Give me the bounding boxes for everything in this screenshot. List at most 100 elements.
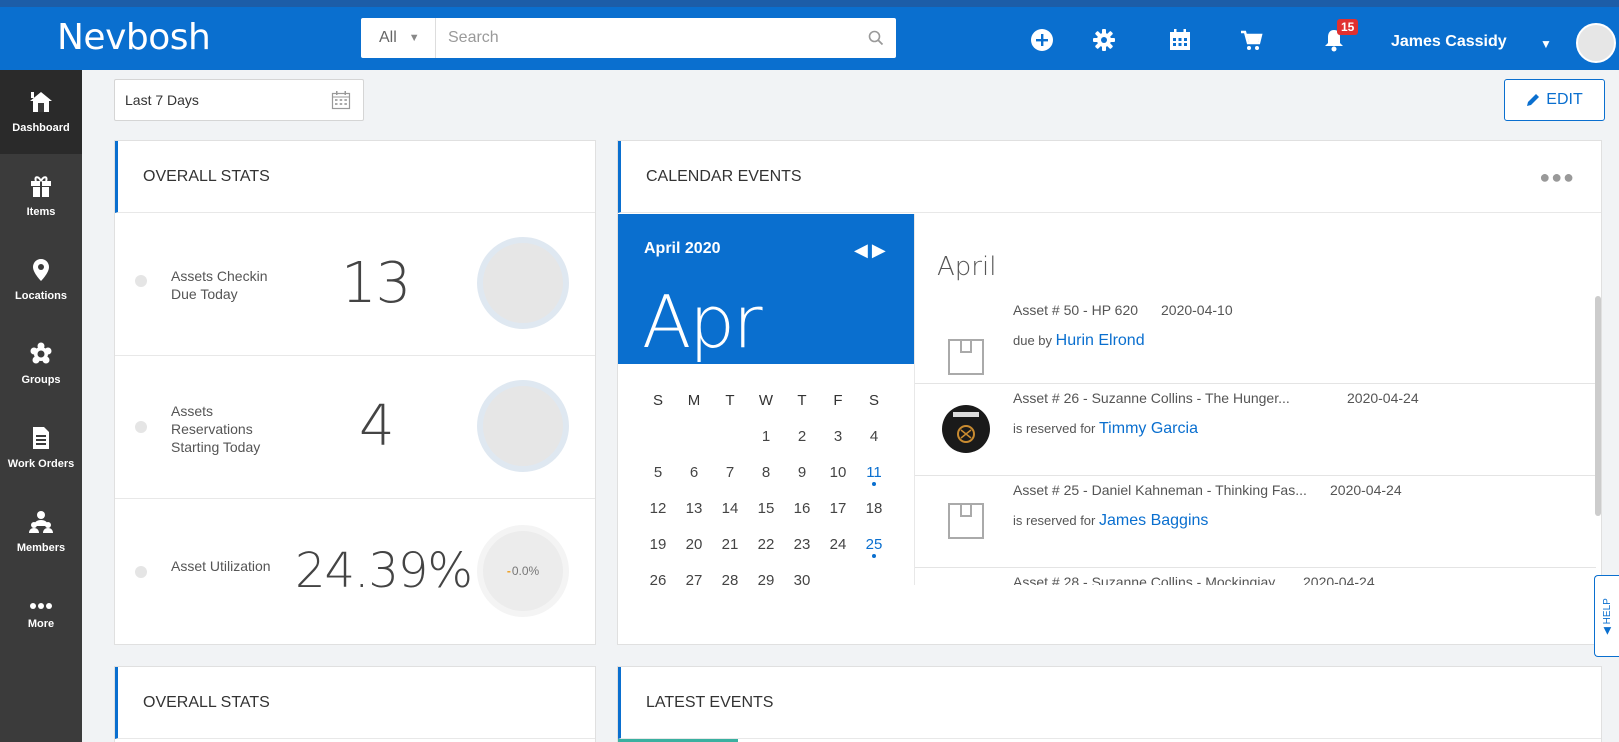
- sidebar-item-label: Groups: [21, 374, 61, 386]
- date-range-value: Last 7 Days: [125, 92, 199, 108]
- calendar-day[interactable]: 21: [712, 526, 748, 562]
- sidebar-item-groups[interactable]: Groups: [0, 322, 82, 406]
- calendar-day[interactable]: 2: [784, 418, 820, 454]
- calendar-day[interactable]: 14: [712, 490, 748, 526]
- info-icon[interactable]: [135, 566, 147, 578]
- card-title: LATEST EVENTS: [618, 667, 1601, 739]
- brand-logo[interactable]: Nevbosh: [57, 17, 211, 58]
- calendar-day[interactable]: 25: [856, 526, 892, 562]
- event-list-scrollbar[interactable]: [1595, 296, 1601, 516]
- calendar-day[interactable]: 13: [676, 490, 712, 526]
- search-scope-select[interactable]: All ▼: [361, 18, 436, 58]
- event-row[interactable]: Asset # 26 - Suzanne Collins - The Hunge…: [915, 384, 1596, 476]
- sidebar-item-label: Items: [26, 206, 56, 218]
- event-thumbnail: [941, 404, 991, 454]
- event-person-link[interactable]: Hurin Elrond: [1056, 332, 1145, 349]
- search-scope-label: All: [379, 29, 397, 46]
- cart-icon[interactable]: [1236, 25, 1266, 55]
- sidebar-item-more[interactable]: More: [0, 574, 82, 658]
- event-person-link[interactable]: Timmy Garcia: [1099, 420, 1198, 437]
- calendar-day[interactable]: 15: [748, 490, 784, 526]
- event-title: Asset # 25 - Daniel Kahneman - Thinking …: [1013, 482, 1307, 498]
- event-row[interactable]: Asset # 28 - Suzanne Collins - Mockingja…: [915, 568, 1596, 585]
- calendar-day[interactable]: 8: [748, 454, 784, 490]
- calendar-day[interactable]: 24: [820, 526, 856, 562]
- avatar[interactable]: [1576, 23, 1616, 63]
- calendar-day[interactable]: 18: [856, 490, 892, 526]
- calendar-day[interactable]: 6: [676, 454, 712, 490]
- calendar-day[interactable]: 19: [640, 526, 676, 562]
- event-subtitle: is reserved for Timmy Garcia: [1013, 420, 1198, 438]
- notification-badge: 15: [1337, 19, 1359, 35]
- weekday-header: T: [797, 391, 807, 409]
- prev-month-icon[interactable]: ◀: [854, 240, 872, 260]
- calendar-day[interactable]: 12: [640, 490, 676, 526]
- calendar-icon[interactable]: [1165, 25, 1195, 55]
- sidebar-item-locations[interactable]: Locations: [0, 238, 82, 322]
- sidebar-item-dashboard[interactable]: Dashboard: [0, 70, 82, 154]
- utilization-change-ring: -0.0%: [477, 525, 569, 617]
- calendar-day[interactable]: 26: [640, 562, 676, 598]
- more-options-icon[interactable]: ●●●: [1539, 167, 1575, 188]
- calendar-day[interactable]: 9: [784, 454, 820, 490]
- calendar-day[interactable]: 27: [676, 562, 712, 598]
- next-month-icon[interactable]: ▶: [872, 240, 890, 260]
- calendar-day[interactable]: 10: [820, 454, 856, 490]
- weekday-header: T: [725, 391, 735, 409]
- calendar-day[interactable]: 23: [784, 526, 820, 562]
- help-label: HELP: [1602, 597, 1613, 624]
- stat-label: Asset Utilization: [171, 558, 271, 574]
- info-icon[interactable]: [135, 421, 147, 433]
- stat-value: 13: [341, 251, 411, 316]
- edit-button[interactable]: EDIT: [1504, 79, 1605, 121]
- calendar-nav: ◀▶: [854, 240, 890, 261]
- event-person-link[interactable]: James Baggins: [1099, 512, 1208, 529]
- add-icon[interactable]: [1027, 25, 1057, 55]
- weekday-header: S: [652, 391, 663, 409]
- info-icon[interactable]: [135, 275, 147, 287]
- help-tab[interactable]: ◀ HELP: [1594, 575, 1619, 657]
- calendar-icon: [331, 90, 351, 113]
- top-bar: Nevbosh All ▼ 15 James Cassidy ▼: [0, 0, 1619, 70]
- search-input[interactable]: [436, 18, 856, 58]
- calendar-day[interactable]: 3: [820, 418, 856, 454]
- calendar-day[interactable]: 17: [820, 490, 856, 526]
- calendar-day[interactable]: 7: [712, 454, 748, 490]
- calendar-grid: S M T W T F S 1 2 3 4 5 6 7 8 9 10 11 12 13 14 15 16 17 18 19 20 21…: [618, 364, 914, 598]
- event-prefix: is reserved for: [1013, 421, 1096, 436]
- settings-gear-icon[interactable]: [1089, 25, 1119, 55]
- event-row[interactable]: Asset # 50 - HP 620 2020-04-10 due by Huri…: [915, 272, 1596, 384]
- calendar-empty-cell: [676, 418, 712, 454]
- calendar-day[interactable]: 1: [748, 418, 784, 454]
- event-date: 2020-04-24: [1347, 390, 1419, 406]
- calendar-day[interactable]: 29: [748, 562, 784, 598]
- more-icon: [30, 603, 52, 609]
- event-row[interactable]: Asset # 25 - Daniel Kahneman - Thinking …: [915, 476, 1596, 568]
- calendar-day[interactable]: 28: [712, 562, 748, 598]
- calendar-day[interactable]: 20: [676, 526, 712, 562]
- latest-events-card: LATEST EVENTS: [617, 666, 1602, 742]
- calendar-day[interactable]: 4: [856, 418, 892, 454]
- weekday-header: W: [758, 391, 774, 409]
- stat-row: Assets Reservations Starting Today 4: [115, 356, 595, 499]
- search-icon[interactable]: [856, 18, 896, 58]
- event-date: 2020-04-24: [1303, 574, 1375, 585]
- event-subtitle: due by Hurin Elrond: [1013, 332, 1145, 350]
- sidebar-item-work-orders[interactable]: Work Orders: [0, 406, 82, 490]
- mini-calendar: April 2020 ◀▶ Apr S M T W T F S 1 2 3 4 5 6 7 8 9 10 11 12…: [618, 214, 914, 589]
- user-name[interactable]: James Cassidy: [1391, 33, 1507, 51]
- chevron-down-icon[interactable]: ▼: [1540, 37, 1552, 51]
- calendar-big-month: Apr: [642, 280, 763, 364]
- sidebar-item-members[interactable]: Members: [0, 490, 82, 574]
- sidebar-item-items[interactable]: Items: [0, 154, 82, 238]
- card-title: CALENDAR EVENTS: [618, 141, 1601, 213]
- calendar-day[interactable]: 30: [784, 562, 820, 598]
- members-icon: [29, 511, 53, 533]
- date-range-picker[interactable]: Last 7 Days: [114, 79, 364, 121]
- calendar-day[interactable]: 5: [640, 454, 676, 490]
- calendar-day[interactable]: 16: [784, 490, 820, 526]
- calendar-day[interactable]: 22: [748, 526, 784, 562]
- calendar-day[interactable]: 11: [856, 454, 892, 490]
- event-list: April Asset # 50 - HP 620 2020-04-10 due b…: [914, 214, 1596, 585]
- search-bar: All ▼: [361, 18, 896, 58]
